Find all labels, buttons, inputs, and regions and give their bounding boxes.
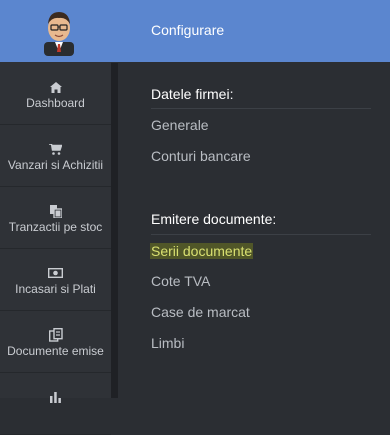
copy-icon	[0, 204, 111, 218]
avatar-panel	[0, 0, 118, 62]
sidebar-item-tranzactii[interactable]: Tranzactii pe stoc	[0, 187, 111, 249]
sidebar-item-label: Documente emise	[7, 344, 104, 358]
link-limbi[interactable]: Limbi	[151, 335, 184, 351]
sidebar-item-label: Incasari si Plati	[15, 282, 96, 296]
sidebar-scrollbar[interactable]	[111, 63, 118, 398]
sidebar-item-vanzari[interactable]: Vanzari si Achizitii	[0, 125, 111, 187]
link-conturi-bancare[interactable]: Conturi bancare	[151, 148, 251, 164]
page-header: Configurare	[118, 0, 390, 62]
documents-icon	[0, 328, 111, 342]
cart-icon	[0, 142, 111, 156]
money-icon	[0, 266, 111, 280]
sidebar-item-label: Tranzactii pe stoc	[8, 220, 103, 234]
sidebar-item-label: Dashboard	[26, 96, 85, 110]
sidebar-item-dashboard[interactable]: Dashboard	[0, 63, 111, 125]
sidebar-item-incasari[interactable]: Incasari si Plati	[0, 249, 111, 311]
section-divider	[151, 234, 371, 235]
chart-icon	[0, 390, 111, 404]
section-title-datele-firmei: Datele firmei:	[151, 86, 234, 102]
sidebar-item-rapoarte[interactable]	[0, 373, 111, 435]
link-cote-tva[interactable]: Cote TVA	[151, 273, 210, 289]
sidebar-item-label: Vanzari si Achizitii	[7, 158, 104, 172]
link-generale[interactable]: Generale	[151, 117, 209, 133]
link-case-de-marcat[interactable]: Case de marcat	[151, 304, 250, 320]
section-divider	[151, 108, 371, 109]
home-icon	[0, 80, 111, 94]
user-avatar-icon[interactable]	[36, 6, 82, 56]
link-serii-documente[interactable]: Serii documente	[150, 243, 254, 259]
sidebar-item-documente[interactable]: Documente emise	[0, 311, 111, 373]
page-title: Configurare	[151, 22, 225, 38]
section-title-emitere-documente: Emitere documente:	[151, 211, 277, 227]
settings-content: Datele firmei: Generale Conturi bancare …	[118, 62, 390, 398]
